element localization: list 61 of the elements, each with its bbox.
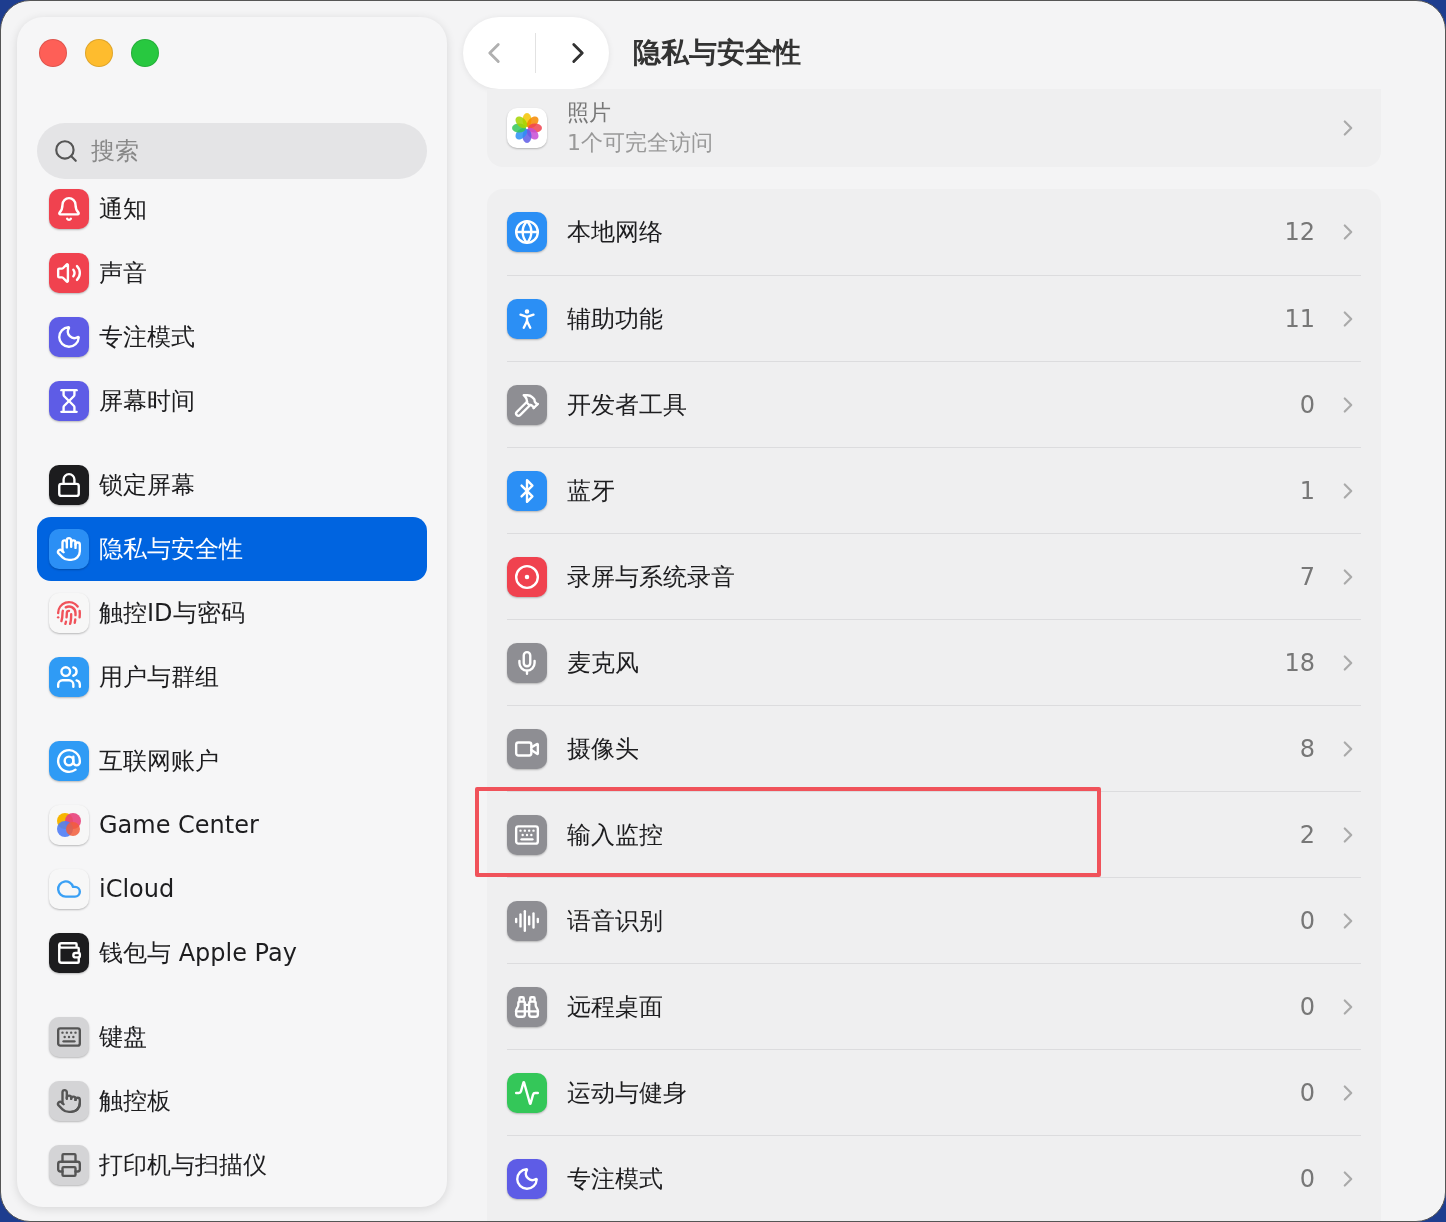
sidebar-item[interactable]: 锁定屏幕 xyxy=(37,453,427,517)
row-label: 开发者工具 xyxy=(567,389,688,421)
sidebar-item[interactable]: 互联网账户 xyxy=(37,729,427,793)
row-count: 1 xyxy=(1299,476,1315,505)
search-field[interactable]: 搜索 xyxy=(37,123,427,179)
row-label: 远程桌面 xyxy=(567,991,664,1023)
row-label: 麦克风 xyxy=(567,647,640,679)
row-label: 辅助功能 xyxy=(567,303,664,335)
row-label: 录屏与系统录音 xyxy=(567,561,736,593)
sidebar-item[interactable]: 键盘 xyxy=(37,1005,427,1069)
permission-row[interactable]: 蓝牙 1 xyxy=(507,447,1361,533)
permission-row[interactable]: 专注模式 0 xyxy=(507,1135,1361,1221)
row-label: 语音识别 xyxy=(567,905,664,937)
minimize-window-button[interactable] xyxy=(85,39,113,67)
row-count: 12 xyxy=(1284,218,1315,246)
row-count: 0 xyxy=(1299,1164,1315,1193)
permission-row[interactable]: 麦克风 18 xyxy=(507,619,1361,705)
window-title: 隐私与安全性 xyxy=(633,35,801,71)
permission-row[interactable]: 摄像头 8 xyxy=(507,705,1361,791)
permission-row[interactable]: 录屏与系统录音 7 xyxy=(507,533,1361,619)
close-window-button[interactable] xyxy=(39,39,67,67)
sidebar-item[interactable]: 隐私与安全性 xyxy=(37,517,427,581)
row-count: 7 xyxy=(1299,562,1315,591)
row-label: 照片 xyxy=(567,99,612,127)
permission-row[interactable]: 运动与健身 0 xyxy=(507,1049,1361,1135)
permission-row[interactable]: 开发者工具 0 xyxy=(507,361,1361,447)
sidebar-item[interactable]: iCloud xyxy=(37,857,427,921)
sidebar-item[interactable]: 屏幕时间 xyxy=(37,369,427,433)
sidebar-item[interactable]: Game Center xyxy=(37,793,427,857)
flower-icon xyxy=(507,108,547,148)
row-label: 蓝牙 xyxy=(567,475,616,507)
row-count: 0 xyxy=(1299,992,1315,1021)
sidebar-item[interactable]: 打印机与扫描仪 xyxy=(37,1133,427,1197)
row-count: 8 xyxy=(1299,734,1315,763)
row-label: 专注模式 xyxy=(567,1163,664,1195)
permission-row[interactable]: 远程桌面 0 xyxy=(507,963,1361,1049)
row-count: 11 xyxy=(1284,304,1315,333)
sidebar-item[interactable]: 通知 xyxy=(37,177,427,241)
photos-row[interactable]: 照片 1个可完全访问 xyxy=(487,89,1381,167)
zoom-window-button[interactable] xyxy=(131,39,159,67)
row-count: 18 xyxy=(1284,648,1315,677)
sidebar-item[interactable]: 专注模式 xyxy=(37,305,427,369)
sidebar-item[interactable]: 触控板 xyxy=(37,1069,427,1133)
sidebar-item[interactable]: 钱包与 Apple Pay xyxy=(37,921,427,985)
row-label: 运动与健身 xyxy=(567,1077,688,1109)
row-count: 0 xyxy=(1299,906,1315,935)
search-input[interactable]: 搜索 xyxy=(89,136,411,166)
row-label: 输入监控 xyxy=(567,819,664,851)
row-count: 0 xyxy=(1299,390,1315,419)
sidebar-item[interactable]: 用户与群组 xyxy=(37,645,427,709)
sidebar-item[interactable]: 声音 xyxy=(37,241,427,305)
row-count: 2 xyxy=(1299,820,1315,849)
search-icon xyxy=(53,138,79,164)
row-label: 本地网络 xyxy=(567,217,664,248)
permission-row[interactable]: 本地网络 12 xyxy=(507,189,1361,275)
sidebar-item[interactable]: 触控ID与密码 xyxy=(37,581,427,645)
permission-row[interactable]: 语音识别 0 xyxy=(507,877,1361,963)
permission-row[interactable]: 辅助功能 11 xyxy=(507,275,1361,361)
row-count: 0 xyxy=(1299,1078,1315,1107)
row-detail: 1个可完全访问 xyxy=(567,129,714,157)
row-label: 摄像头 xyxy=(567,733,640,765)
